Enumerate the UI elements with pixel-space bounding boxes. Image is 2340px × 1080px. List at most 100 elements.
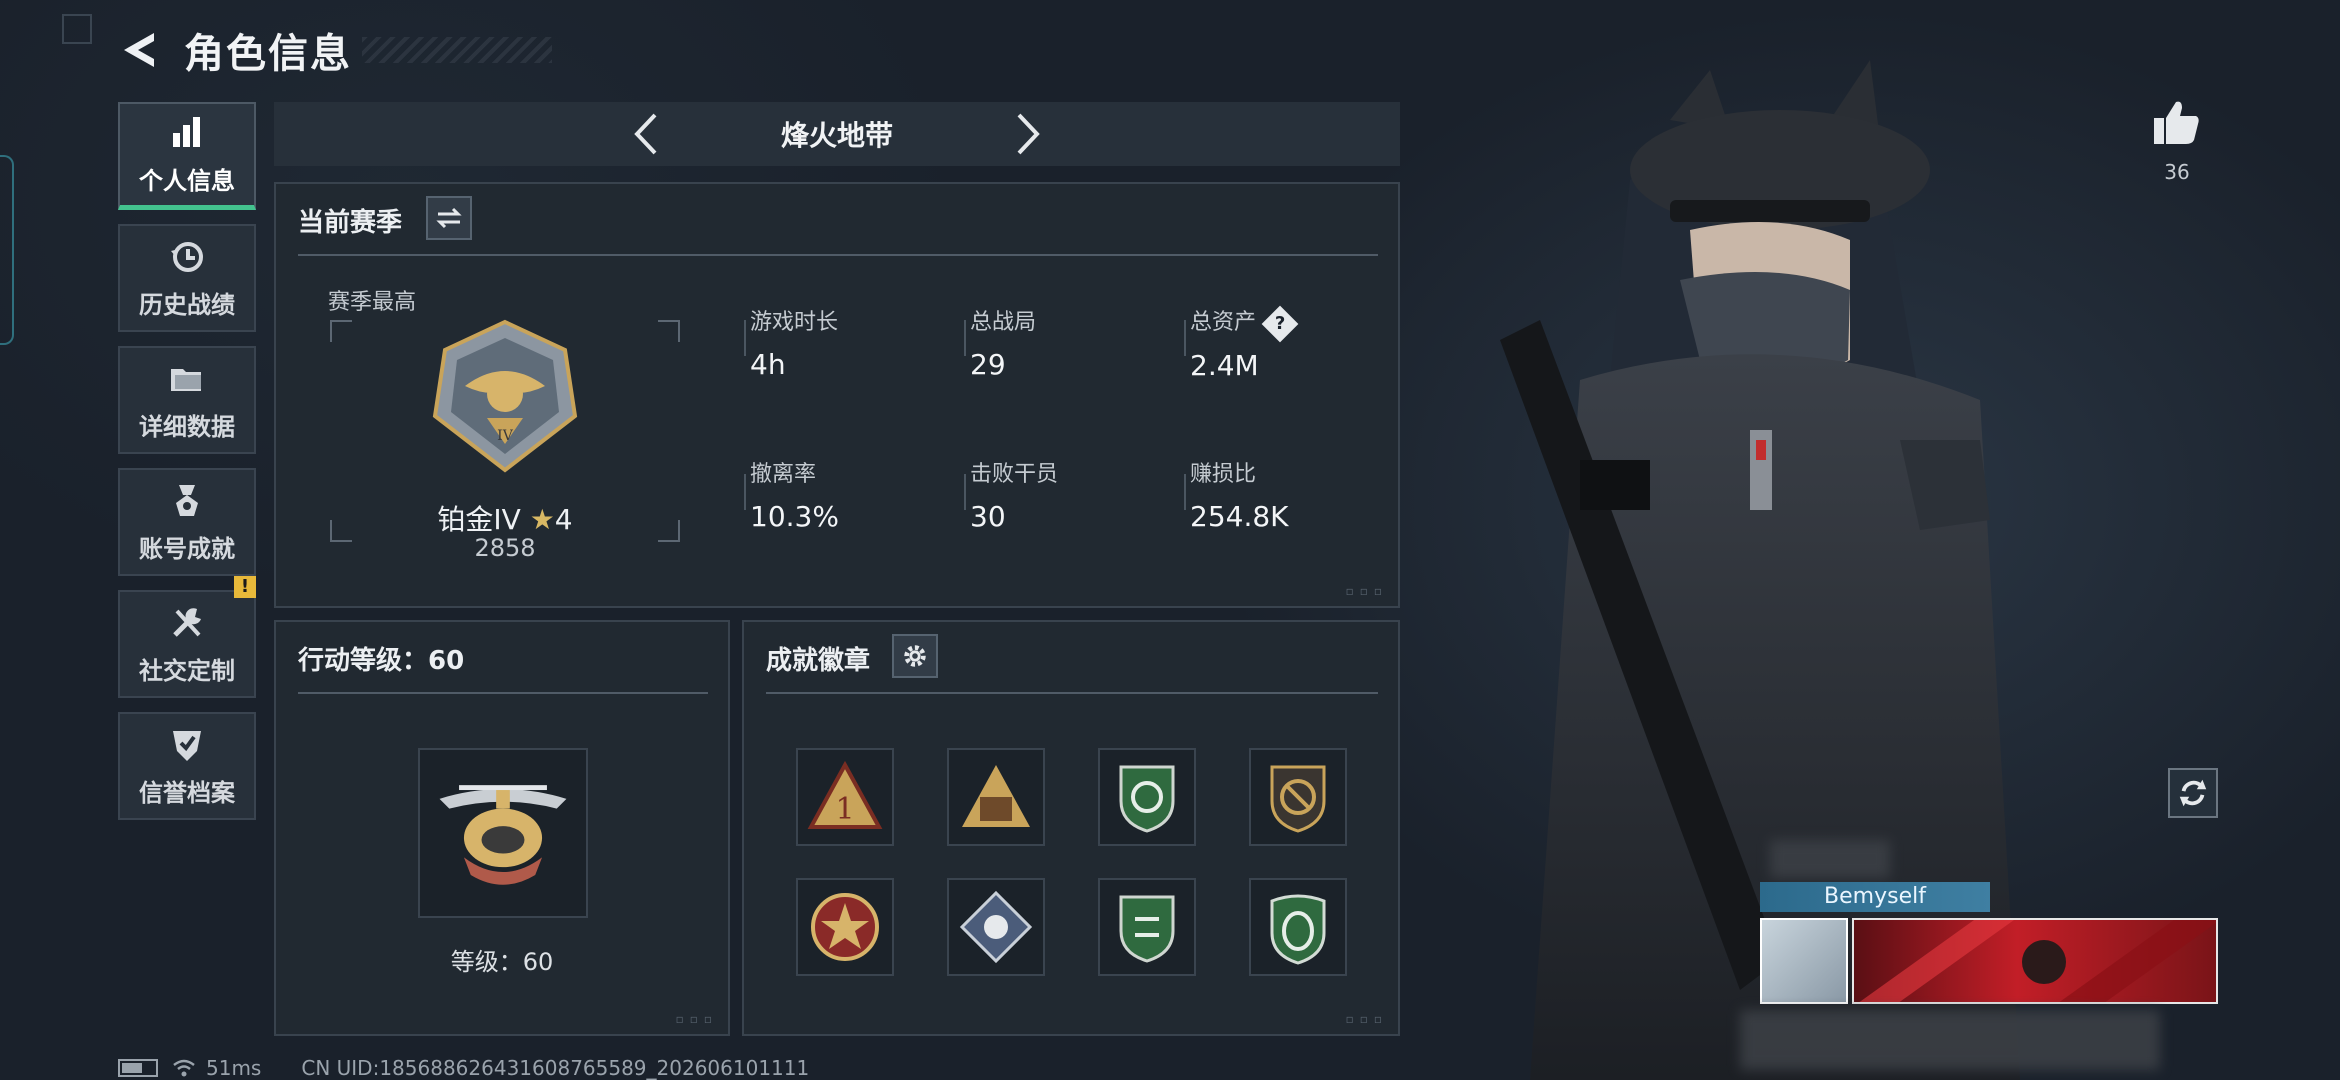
- title-decoration: [362, 37, 552, 63]
- sidebar-item-label: 个人信息: [139, 167, 235, 195]
- rank-score: 2858: [474, 534, 536, 562]
- badge-slot-6[interactable]: [947, 878, 1045, 976]
- bar-chart-icon: [173, 117, 200, 147]
- stat-separator: [744, 320, 746, 356]
- status-bar: 51ms CN UID:185688626431608765589_202606…: [118, 1056, 809, 1080]
- stat-value: 4h: [750, 348, 786, 381]
- level-emblem-frame: [418, 748, 588, 918]
- stat-label: 击败干员: [970, 462, 1059, 487]
- chevron-left-icon: [634, 113, 657, 155]
- ping: 51ms: [206, 1056, 262, 1080]
- sidebar-item-achievements[interactable]: 账号成就: [118, 468, 256, 576]
- stat-value: 10.3%: [750, 500, 839, 533]
- divider: [766, 692, 1378, 694]
- help-icon[interactable]: ?: [1261, 305, 1299, 343]
- sidebar-item-history[interactable]: 历史战绩: [118, 224, 256, 332]
- stat-label: 撤离率: [750, 462, 817, 487]
- folder-icon: [171, 368, 201, 391]
- gear-icon: [904, 645, 926, 667]
- action-level-title: 行动等级：60: [298, 646, 465, 676]
- wrench-tools-icon: [173, 607, 201, 637]
- mode-next-button[interactable]: [1007, 109, 1047, 159]
- like-button[interactable]: [2150, 96, 2204, 150]
- player-uid: CN UID:185688626431608765589_20260610111…: [301, 1056, 810, 1080]
- stat-separator: [964, 474, 966, 510]
- frame-corner: [658, 320, 680, 342]
- thumbs-up-icon: [2154, 101, 2199, 144]
- season-best-label: 赛季最高: [328, 290, 417, 315]
- rank-line: 铂金IV ★4: [330, 498, 680, 538]
- sidebar-item-personal-info[interactable]: 个人信息: [118, 102, 256, 210]
- sidebar-item-label: 账号成就: [139, 534, 235, 563]
- refresh-icon: [2179, 779, 2207, 807]
- stat-label: 总资产 ?: [1190, 304, 1299, 343]
- mode-prev-button[interactable]: [627, 109, 667, 159]
- sidebar-item-social[interactable]: ! 社交定制: [118, 576, 256, 698]
- sidebar-item-label: 社交定制: [139, 656, 235, 685]
- stat-playtime: 游戏时长 4h: [750, 304, 838, 381]
- stat-total-matches: 总战局 29: [970, 304, 1036, 381]
- badge-slot-8[interactable]: [1249, 878, 1347, 976]
- battery-icon: [118, 1059, 158, 1077]
- badge-title: 成就徽章: [766, 646, 871, 676]
- sidebar: 个人信息 历史战绩 详细数据 账号成就 ! 社交定制 信誉档案: [118, 102, 256, 834]
- player-banner: [1852, 918, 2218, 1004]
- badge-slot-2[interactable]: [947, 748, 1045, 846]
- blurred-area: [1740, 1010, 2160, 1070]
- stat-value: 2.4M: [1190, 349, 1259, 382]
- corner-decoration: ▫▫▫: [675, 1012, 718, 1026]
- season-title: 当前赛季: [298, 208, 403, 238]
- history-clock-icon: [171, 241, 203, 272]
- chevron-right-icon: [1017, 113, 1040, 155]
- wifi-icon: [173, 1059, 195, 1077]
- badge-slot-1[interactable]: 1: [796, 748, 894, 846]
- shield-check-icon: [173, 730, 201, 761]
- like-count: 36: [2164, 160, 2190, 184]
- stat-separator: [1184, 474, 1186, 510]
- badge-triangle-squad-icon: [962, 765, 1030, 827]
- season-switch-button[interactable]: [426, 196, 472, 240]
- stat-profit-loss-ratio: 赚损比 254.8K: [1190, 456, 1289, 533]
- svg-text:1: 1: [835, 792, 854, 827]
- rank-stars: 4: [554, 503, 573, 536]
- mode-name: 烽火地带: [780, 119, 893, 152]
- player-card[interactable]: Bemyself: [1760, 840, 2220, 1010]
- badge-slot-4[interactable]: [1249, 748, 1347, 846]
- sidebar-item-reputation[interactable]: 信誉档案: [118, 712, 256, 820]
- sidebar-item-label: 详细数据: [139, 412, 235, 441]
- badge-slot-5[interactable]: [796, 878, 894, 976]
- refresh-button[interactable]: [2168, 768, 2218, 818]
- badge-slot-3[interactable]: [1098, 748, 1196, 846]
- stat-label: 游戏时长: [750, 310, 839, 335]
- svg-text:IV: IV: [497, 428, 514, 444]
- divider: [298, 692, 708, 694]
- rank-name: 铂金IV: [437, 503, 521, 536]
- badge-slot-7[interactable]: [1098, 878, 1196, 976]
- sidebar-item-details[interactable]: 详细数据: [118, 346, 256, 454]
- badge-settings-button[interactable]: [892, 634, 938, 678]
- stat-operators-defeated: 击败干员 30: [970, 456, 1058, 533]
- action-level-panel: 行动等级：60 等级：60 ▫▫▫: [274, 620, 730, 1036]
- player-name: Bemyself: [1760, 882, 1990, 912]
- stat-separator: [964, 320, 966, 356]
- stat-value: 29: [970, 348, 1006, 381]
- badge-green-shield-rotate-icon: [1119, 765, 1175, 833]
- badge-green-shield-emblem-icon: [1270, 894, 1326, 965]
- page-title: 角色信息: [184, 31, 352, 77]
- help-glyph: ?: [1274, 312, 1286, 334]
- side-drawer-handle[interactable]: [0, 155, 14, 345]
- stat-value: 30: [970, 500, 1006, 533]
- blurred-area: [1770, 840, 1890, 878]
- back-button[interactable]: [118, 27, 164, 73]
- corner-decoration: [62, 14, 92, 44]
- badge-star-medal-icon: [811, 893, 879, 961]
- stat-extraction-rate: 撤离率 10.3%: [750, 456, 839, 533]
- medal-icon: [176, 484, 198, 516]
- level-caption: 等级：60: [450, 948, 554, 976]
- stat-label: 总战局: [970, 310, 1037, 335]
- badge-green-shield-arrows-icon: [1119, 895, 1175, 963]
- helicopter-emblem-icon: [439, 785, 567, 885]
- stat-total-assets: 总资产 ? 2.4M: [1190, 304, 1299, 382]
- stat-separator: [744, 474, 746, 510]
- badge-no-gun-shield-icon: [1270, 765, 1326, 833]
